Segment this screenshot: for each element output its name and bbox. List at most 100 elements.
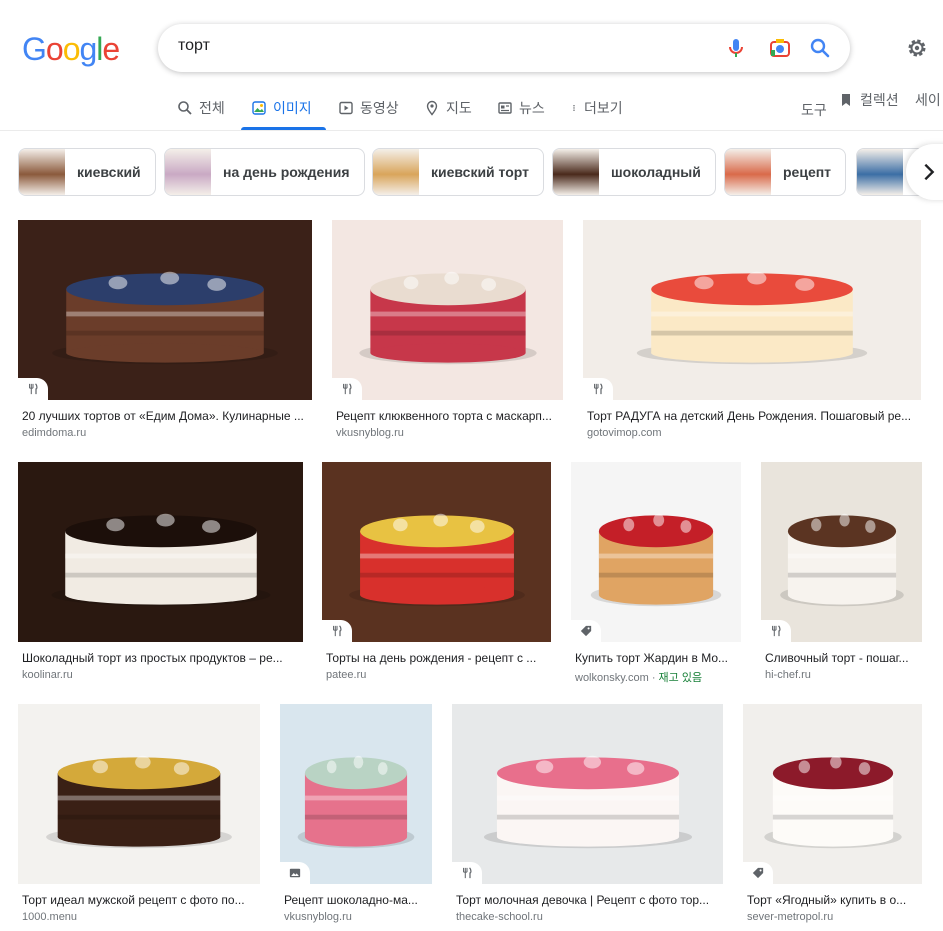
tab-label: 이미지 xyxy=(273,100,312,116)
result-thumbnail[interactable] xyxy=(280,704,432,884)
result-source: sever-metropol.ru xyxy=(747,911,833,923)
result-title[interactable]: Рецепт клюквенного торта с маскарп... xyxy=(336,409,561,423)
logo-letter: e xyxy=(102,31,120,67)
chip-label: киевский торт xyxy=(431,164,529,180)
cake-picture xyxy=(297,755,415,849)
result-title[interactable]: Торт молочная девочка | Рецепт с фото то… xyxy=(456,893,721,907)
tab-videos[interactable]: 동영상 xyxy=(338,98,399,118)
tab-images[interactable]: 이미지 xyxy=(251,98,312,118)
result-thumbnail[interactable] xyxy=(761,462,922,642)
chip-thumbnail xyxy=(857,149,903,195)
tab-label: 뉴스 xyxy=(519,100,545,116)
logo-letter: o xyxy=(45,31,64,67)
related-search-chip[interactable]: киевский xyxy=(18,148,156,196)
result-source: vkusnyblog.ru xyxy=(284,911,352,923)
result-domain: 1000.menu xyxy=(22,911,78,923)
image-result[interactable]: Рецепт клюквенного торта с маскарп... vku… xyxy=(332,220,563,440)
search-tabs: 전체 이미지 동영상 지도 뉴스 더보기 도구 컬렉션 세이 xyxy=(0,88,943,131)
more-vert-icon xyxy=(573,105,575,111)
microphone-icon[interactable] xyxy=(724,36,748,60)
result-domain: vkusnyblog.ru xyxy=(336,427,404,439)
tab-maps[interactable]: 지도 xyxy=(424,98,472,118)
result-title[interactable]: Купить торт Жардин в Мо... xyxy=(575,651,739,665)
result-source: wolkonsky.com · 재고 있음 xyxy=(575,672,703,684)
chip-thumbnail xyxy=(165,149,211,195)
related-search-chip[interactable]: на день рождения xyxy=(164,148,365,196)
result-thumbnail[interactable] xyxy=(18,220,312,400)
bookmark-icon xyxy=(842,94,850,106)
cake-picture xyxy=(763,755,902,849)
fork-knife-icon xyxy=(332,378,362,400)
logo-letter: o xyxy=(62,31,81,67)
result-title[interactable]: Сливочный торт - пошаг... xyxy=(765,651,920,665)
search-box xyxy=(158,24,850,72)
tag-icon xyxy=(571,620,601,642)
related-search-chip[interactable]: киевский торт xyxy=(372,148,544,196)
camera-lens-icon[interactable] xyxy=(768,36,792,60)
cake-picture xyxy=(52,271,278,365)
news-icon xyxy=(498,102,512,114)
search-icon[interactable] xyxy=(808,36,832,60)
logo-letter: G xyxy=(22,31,47,67)
result-title[interactable]: Торты на день рождения - рецепт с ... xyxy=(326,651,549,665)
result-thumbnail[interactable] xyxy=(322,462,551,642)
google-logo[interactable]: Google xyxy=(22,31,120,68)
image-result[interactable]: Сливочный торт - пошаг... hi-chef.ru xyxy=(761,462,922,682)
result-domain: gotovimop.com xyxy=(587,427,662,439)
gear-icon[interactable] xyxy=(905,36,929,60)
result-thumbnail[interactable] xyxy=(452,704,723,884)
search-input[interactable] xyxy=(178,37,678,55)
result-domain: patee.ru xyxy=(326,669,367,681)
related-search-chip[interactable]: шоколадный xyxy=(552,148,716,196)
image-result[interactable]: Торт РАДУГА на детский День Рождения. По… xyxy=(583,220,921,440)
logo-letter: g xyxy=(79,31,97,67)
tools-button[interactable]: 도구 xyxy=(801,100,827,120)
image-result[interactable]: Рецепт шоколадно-ма... vkusnyblog.ru xyxy=(280,704,432,924)
search-icon xyxy=(178,101,192,115)
tools-label: 도구 xyxy=(801,102,827,118)
result-title[interactable]: Рецепт шоколадно-ма... xyxy=(284,893,430,907)
tab-label: 지도 xyxy=(446,100,472,116)
collections-button[interactable]: 컬렉션 xyxy=(838,90,899,110)
image-result[interactable]: Торт идеал мужской рецепт с фото по... 10… xyxy=(18,704,260,924)
result-title[interactable]: Шоколадный торт из простых продуктов – р… xyxy=(22,651,301,665)
image-icon xyxy=(280,862,310,884)
chip-thumbnail xyxy=(373,149,419,195)
image-result[interactable]: Купить торт Жардин в Мо... wolkonsky.com … xyxy=(571,462,741,684)
cake-picture xyxy=(779,513,904,607)
image-result[interactable]: Шоколадный торт из простых продуктов – р… xyxy=(18,462,303,682)
safesearch-button[interactable]: 세이 xyxy=(915,90,941,110)
image-result[interactable]: 20 лучших тортов от «Едим Дома». Кулинар… xyxy=(18,220,312,440)
image-result[interactable]: Торты на день рождения - рецепт с ... pat… xyxy=(322,462,551,682)
fork-knife-icon xyxy=(452,862,482,884)
result-thumbnail[interactable] xyxy=(332,220,563,400)
result-title[interactable]: Торт идеал мужской рецепт с фото по... xyxy=(22,893,258,907)
result-source: vkusnyblog.ru xyxy=(336,427,404,439)
cake-picture xyxy=(590,513,722,607)
result-thumbnail[interactable] xyxy=(743,704,922,884)
tab-label: 동영상 xyxy=(360,100,399,116)
result-source: edimdoma.ru xyxy=(22,427,86,439)
fork-knife-icon xyxy=(583,378,613,400)
tab-news[interactable]: 뉴스 xyxy=(497,98,545,118)
fork-knife-icon xyxy=(322,620,352,642)
related-search-chip[interactable]: рецепт xyxy=(724,148,847,196)
result-title[interactable]: Торт РАДУГА на детский День Рождения. По… xyxy=(587,409,919,423)
result-thumbnail[interactable] xyxy=(18,704,260,884)
result-domain: thecake-school.ru xyxy=(456,911,543,923)
result-title[interactable]: Торт «Ягодный» купить в о... xyxy=(747,893,920,907)
result-thumbnail[interactable] xyxy=(18,462,303,642)
result-source: thecake-school.ru xyxy=(456,911,543,923)
image-result[interactable]: Торт «Ягодный» купить в о... sever-metrop… xyxy=(743,704,922,924)
image-result[interactable]: Торт молочная девочка | Рецепт с фото то… xyxy=(452,704,723,924)
result-thumbnail[interactable] xyxy=(583,220,921,400)
tab-more[interactable]: 더보기 xyxy=(570,98,623,118)
result-domain: sever-metropol.ru xyxy=(747,911,834,923)
chip-thumbnail xyxy=(553,149,599,195)
result-title[interactable]: 20 лучших тортов от «Едим Дома». Кулинар… xyxy=(22,409,310,423)
result-source: gotovimop.com xyxy=(587,427,662,439)
tab-all[interactable]: 전체 xyxy=(177,98,225,118)
cake-picture xyxy=(51,513,270,607)
result-thumbnail[interactable] xyxy=(571,462,741,642)
image-icon xyxy=(252,101,266,115)
